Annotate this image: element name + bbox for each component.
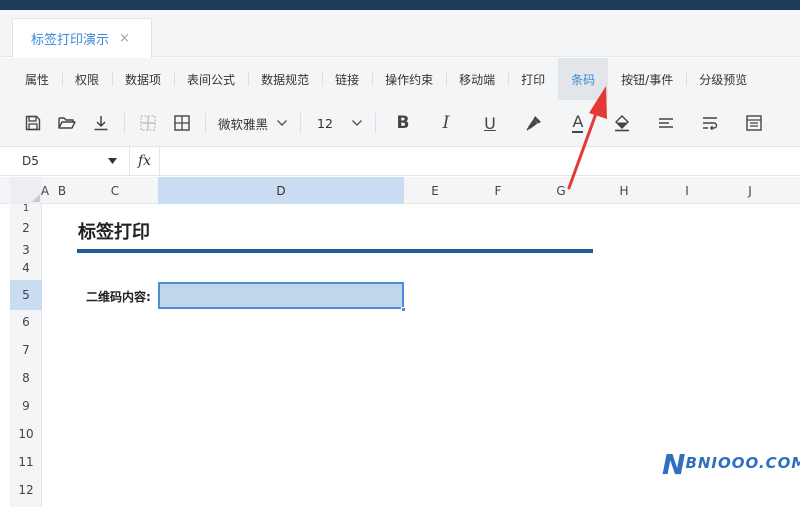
- chevron-down-icon: [351, 120, 362, 126]
- row-header-11[interactable]: 11: [10, 448, 42, 476]
- column-header-a[interactable]: A: [38, 177, 52, 204]
- save-icon: [25, 115, 41, 131]
- font-color-button[interactable]: A: [556, 108, 600, 138]
- row-header-bar: 1 2 3 4 5 6 7 8 9 10 11 12: [10, 203, 42, 507]
- formula-bar: D5 fx: [0, 146, 800, 176]
- fill-handle[interactable]: [401, 307, 406, 312]
- sheet-title: 标签打印: [78, 222, 150, 243]
- row-header-6[interactable]: 6: [10, 308, 42, 336]
- ribbon-menu-bar: 属性 权限 数据项 表间公式 数据规范 链接 操作约束 移动端 打印 条码 按钮…: [0, 58, 800, 100]
- download-button[interactable]: [84, 108, 118, 138]
- menu-item-table-formulas[interactable]: 表间公式: [174, 58, 248, 100]
- row-header-7[interactable]: 7: [10, 336, 42, 364]
- underline-icon: U: [484, 113, 496, 133]
- row-header-12[interactable]: 12: [10, 476, 42, 504]
- column-header-b[interactable]: B: [52, 177, 72, 204]
- row-header-1[interactable]: 1: [10, 203, 42, 214]
- column-header-j[interactable]: J: [718, 177, 782, 204]
- italic-button[interactable]: I: [424, 108, 468, 138]
- column-header-g[interactable]: G: [530, 177, 592, 204]
- font-size-select[interactable]: 12: [307, 108, 369, 138]
- row-header-9[interactable]: 9: [10, 392, 42, 420]
- column-header-d[interactable]: D: [158, 177, 404, 204]
- function-icon[interactable]: fx: [130, 147, 160, 175]
- folder-open-icon: [58, 117, 76, 129]
- column-header-e[interactable]: E: [404, 177, 466, 204]
- chevron-down-icon: [277, 120, 288, 126]
- title-underline: [77, 249, 593, 253]
- menu-item-data-rules[interactable]: 数据规范: [248, 58, 322, 100]
- cell-reference: D5: [22, 154, 39, 168]
- menu-item-data-items[interactable]: 数据项: [112, 58, 174, 100]
- column-header-h[interactable]: H: [592, 177, 656, 204]
- column-header-i[interactable]: I: [656, 177, 718, 204]
- document-tab-label: 标签打印演示: [31, 33, 110, 48]
- border-none-icon: [140, 115, 156, 131]
- formula-input[interactable]: [160, 147, 800, 175]
- merge-cells-button[interactable]: [131, 108, 165, 138]
- menu-item-barcode[interactable]: 条码: [558, 58, 609, 100]
- menu-item-permissions[interactable]: 权限: [62, 58, 112, 100]
- cell-format-icon: [746, 115, 762, 131]
- row-header-5[interactable]: 5: [10, 280, 42, 310]
- row-header-2[interactable]: 2: [10, 216, 42, 240]
- borders-button[interactable]: [165, 108, 199, 138]
- toolbar-divider: [374, 113, 376, 133]
- document-tab[interactable]: 标签打印演示 ×: [12, 18, 152, 58]
- caret-down-icon: [108, 158, 117, 164]
- align-button[interactable]: [644, 108, 688, 138]
- cell-format-button[interactable]: [732, 108, 776, 138]
- menu-item-level-preview[interactable]: 分级预览: [686, 58, 760, 100]
- site-watermark: NBNIOOO.COM: [662, 448, 800, 481]
- row-header-4[interactable]: 4: [10, 260, 42, 276]
- watermark-text: BNIOOO.COM: [685, 454, 800, 472]
- cell-name-box[interactable]: D5: [0, 147, 130, 175]
- save-button[interactable]: [16, 108, 50, 138]
- qr-content-label: 二维码内容:: [86, 290, 151, 304]
- column-header-bar: A B C D E F G H I J: [0, 177, 800, 204]
- bold-icon: B: [396, 113, 410, 133]
- underline-button[interactable]: U: [468, 108, 512, 138]
- menu-item-mobile[interactable]: 移动端: [446, 58, 508, 100]
- menu-item-print[interactable]: 打印: [508, 58, 558, 100]
- row-header-10[interactable]: 10: [10, 420, 42, 448]
- bold-button[interactable]: B: [382, 108, 424, 138]
- watermark-n: N: [662, 448, 686, 481]
- column-header-c[interactable]: C: [72, 177, 158, 204]
- download-icon: [94, 116, 108, 131]
- font-size-value: 12: [317, 115, 333, 131]
- open-button[interactable]: [50, 108, 84, 138]
- close-icon[interactable]: ×: [119, 32, 130, 45]
- menu-item-constraints[interactable]: 操作约束: [372, 58, 446, 100]
- menu-item-properties[interactable]: 属性: [12, 58, 62, 100]
- column-header-f[interactable]: F: [466, 177, 530, 204]
- active-cell-d5[interactable]: [158, 282, 404, 309]
- fill-color-icon: [614, 115, 629, 132]
- format-toolbar: 微软雅黑 12 B I U A: [0, 100, 800, 146]
- toolbar-divider: [205, 113, 206, 133]
- toolbar-divider: [124, 113, 125, 133]
- row-header-3[interactable]: 3: [10, 240, 42, 260]
- align-left-icon: [658, 118, 673, 128]
- fill-color-button[interactable]: [600, 108, 644, 138]
- wrap-text-button[interactable]: [688, 108, 732, 138]
- border-all-icon: [174, 115, 190, 131]
- menu-item-buttons-events[interactable]: 按钮/事件: [608, 58, 686, 100]
- font-family-select[interactable]: 微软雅黑: [212, 108, 294, 138]
- format-painter-button[interactable]: [512, 108, 556, 138]
- italic-icon: I: [442, 113, 450, 133]
- font-family-value: 微软雅黑: [218, 116, 269, 132]
- wrap-text-icon: [702, 117, 718, 131]
- app-top-bar: [0, 0, 800, 10]
- menu-item-links[interactable]: 链接: [322, 58, 372, 100]
- document-tab-strip: 标签打印演示 ×: [0, 10, 800, 58]
- font-color-icon: A: [572, 112, 584, 133]
- row-header-8[interactable]: 8: [10, 364, 42, 392]
- toolbar-divider: [300, 113, 302, 133]
- format-painter-icon: [526, 116, 541, 131]
